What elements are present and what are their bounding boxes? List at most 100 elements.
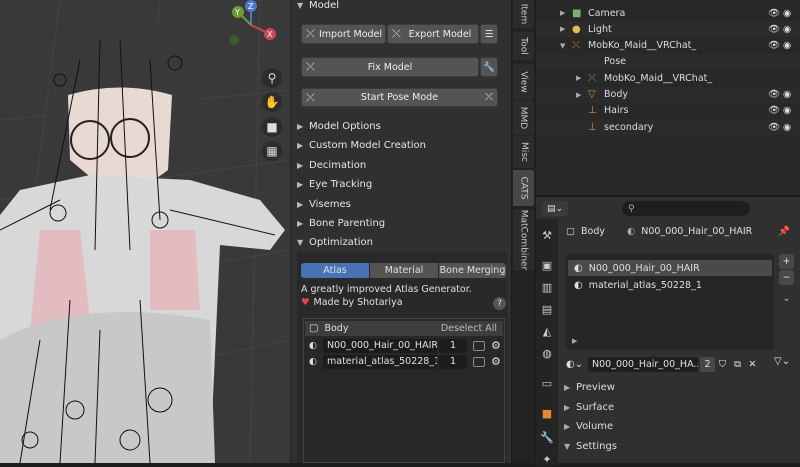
outliner-row[interactable]: ▶ ⤬ MobKo_Maid__VRChat_ <box>536 70 800 86</box>
eye-icon[interactable]: 👁 <box>768 24 780 35</box>
render-icon[interactable]: ▣ <box>539 257 555 273</box>
section-bone-parenting[interactable]: ▶ Bone Parenting <box>291 214 511 233</box>
zoom-icon[interactable]: ⚲ <box>262 68 282 88</box>
export-model-button[interactable]: ⤬ Export Model <box>387 24 479 44</box>
section-eye-tracking[interactable]: ▶ Eye Tracking <box>291 175 511 194</box>
collection-icon[interactable]: ▭ <box>539 375 555 391</box>
material-count[interactable]: 1 <box>439 338 467 353</box>
tab-cats[interactable]: CATS <box>513 170 534 206</box>
expand-arrow-icon[interactable]: ▶ <box>560 9 565 17</box>
scene-icon[interactable]: ◭ <box>539 323 555 339</box>
output-icon[interactable]: ▥ <box>539 279 555 295</box>
material-checkbox[interactable] <box>473 340 485 351</box>
render-visibility-icon[interactable]: ◉ <box>783 24 791 35</box>
expand-arrow-icon[interactable]: ▶ <box>560 25 565 33</box>
duplicate-icon[interactable]: ⧉ <box>730 359 745 370</box>
render-visibility-icon[interactable]: ◉ <box>783 105 791 116</box>
tab-item[interactable]: Item <box>513 0 534 28</box>
editor-type-icon[interactable]: ▤⌄ <box>542 201 568 216</box>
grid-icon[interactable]: ▦ <box>262 141 282 161</box>
user-count[interactable]: 2 <box>700 356 715 372</box>
eye-icon[interactable]: 👁 <box>768 122 780 133</box>
tab-bone-merging[interactable]: Bone Merging <box>439 263 506 278</box>
unlink-icon[interactable]: ✕ <box>745 359 760 370</box>
subpanel-preview[interactable]: ▶ Preview <box>560 378 800 397</box>
outliner-row[interactable]: Pose <box>536 53 800 70</box>
fix-model-button[interactable]: ⤬ Fix Model <box>301 57 479 77</box>
material-name[interactable]: N00_000_Hair_00_HAIR <box>323 338 437 353</box>
tab-misc[interactable]: Misc <box>513 136 534 168</box>
tab-tool[interactable]: Tool <box>513 32 534 60</box>
fake-user-icon[interactable]: ⛉ <box>715 359 730 370</box>
bone-icon: ⊥ <box>588 105 597 117</box>
eye-icon[interactable]: 👁 <box>768 89 780 100</box>
tab-view[interactable]: View <box>513 64 534 99</box>
eye-icon[interactable]: 👁 <box>768 40 780 51</box>
wrench-icon[interactable]: 🔧 <box>480 57 498 77</box>
outliner-row[interactable]: ▼ ⤬ MobKo_Maid__VRChat_ 👁 ◉ <box>536 38 800 54</box>
outliner-row[interactable]: ▶ ■ Camera 👁 ◉ <box>536 5 800 21</box>
remove-slot-button[interactable]: − <box>779 270 794 285</box>
object-icon[interactable]: ■ <box>539 405 555 421</box>
section-visemes[interactable]: ▶ Visemes <box>291 195 511 214</box>
axis-gizmo[interactable]: Z X Y <box>226 0 276 50</box>
expand-arrow-icon[interactable]: ▶ <box>576 74 581 82</box>
3d-viewport[interactable]: Z X Y ⚲ ✋ ■ ▦ <box>0 0 290 463</box>
start-pose-mode-button[interactable]: ⤬ Start Pose Mode ⤬ <box>301 88 498 107</box>
expand-arrow-icon: ▼ <box>297 1 304 10</box>
camera-icon[interactable]: ■ <box>262 117 282 137</box>
subpanel-settings[interactable]: ▼ Settings <box>560 437 800 456</box>
particles-icon[interactable]: ✦ <box>539 451 555 467</box>
eye-icon[interactable]: 👁 <box>768 105 780 116</box>
slot-menu-icon[interactable]: ⌄ <box>779 291 794 306</box>
material-name[interactable]: material_atlas_50228_1 <box>323 354 437 369</box>
world-icon[interactable]: ◍ <box>539 345 555 361</box>
tool-icon[interactable]: ⚒ <box>539 227 555 243</box>
menu-icon[interactable]: ☰ <box>480 24 498 44</box>
material-count[interactable]: 1 <box>439 354 467 369</box>
view-layer-icon[interactable]: ▤ <box>539 301 555 317</box>
modifier-icon[interactable]: 🔧 <box>539 429 555 445</box>
section-decimation[interactable]: ▶ Decimation <box>291 156 511 175</box>
node-tree-icon[interactable]: ▽⌄ <box>774 356 790 367</box>
optimization-panel-header[interactable]: ▼ Optimization <box>291 233 511 252</box>
section-custom-model-creation[interactable]: ▶ Custom Model Creation <box>291 136 511 155</box>
outliner-row[interactable]: ⊥ Hairs 👁 ◉ <box>536 103 800 119</box>
tab-material[interactable]: Material <box>370 263 438 278</box>
help-icon[interactable]: ? <box>493 297 506 310</box>
deselect-all-button[interactable]: Deselect All <box>441 323 497 334</box>
import-model-button[interactable]: ⤬ Import Model <box>301 24 386 44</box>
search-input[interactable]: ⚲ <box>622 201 750 216</box>
tab-atlas[interactable]: Atlas <box>301 263 369 278</box>
gear-icon[interactable]: ⚙ <box>491 355 501 368</box>
model-panel-header[interactable]: ▼ Model <box>291 0 511 15</box>
subpanel-volume[interactable]: ▶ Volume <box>560 417 800 436</box>
outliner-row[interactable]: ⊥ secondary 👁 ◉ <box>536 119 800 136</box>
expand-arrow-icon[interactable]: ▼ <box>560 42 565 50</box>
material-slot[interactable]: ◐ N00_000_Hair_00_HAIR <box>568 260 772 276</box>
pin-icon[interactable]: 📌 <box>778 226 790 237</box>
material-browse-icon[interactable]: ◐⌄ <box>566 359 588 370</box>
render-visibility-icon[interactable]: ◉ <box>783 89 791 100</box>
render-visibility-icon[interactable]: ◉ <box>783 122 791 133</box>
add-slot-button[interactable]: + <box>779 254 794 269</box>
material-name-field[interactable]: N00_000_Hair_00_HA... <box>588 356 698 372</box>
outliner-row[interactable]: ▶ ● Light 👁 ◉ <box>536 21 800 38</box>
tab-mmd[interactable]: MMD <box>513 100 534 135</box>
subpanel-surface[interactable]: ▶ Surface <box>560 398 800 417</box>
hand-pan-icon[interactable]: ✋ <box>262 92 282 112</box>
pose-icon: ⤬ <box>306 90 315 104</box>
section-model-options[interactable]: ▶ Model Options <box>291 117 511 136</box>
material-checkbox[interactable] <box>473 356 485 367</box>
material-slot[interactable]: ◐ material_atlas_50228_1 <box>568 277 772 293</box>
expand-arrow-icon[interactable]: ▶ <box>576 91 581 99</box>
material-row: ◐ N00_000_Hair_00_HAIR 1 ⚙ <box>305 338 503 353</box>
outliner-row[interactable]: ▶ ▽ Body 👁 ◉ <box>536 86 800 103</box>
gear-icon[interactable]: ⚙ <box>491 339 501 352</box>
material-icon: ◐ <box>626 226 636 237</box>
tab-matcombiner[interactable]: MatCombiner <box>513 210 534 270</box>
render-visibility-icon[interactable]: ◉ <box>783 8 791 19</box>
render-visibility-icon[interactable]: ◉ <box>783 40 791 51</box>
list-expand-icon[interactable]: ▶ <box>572 337 577 345</box>
eye-icon[interactable]: 👁 <box>768 8 780 19</box>
